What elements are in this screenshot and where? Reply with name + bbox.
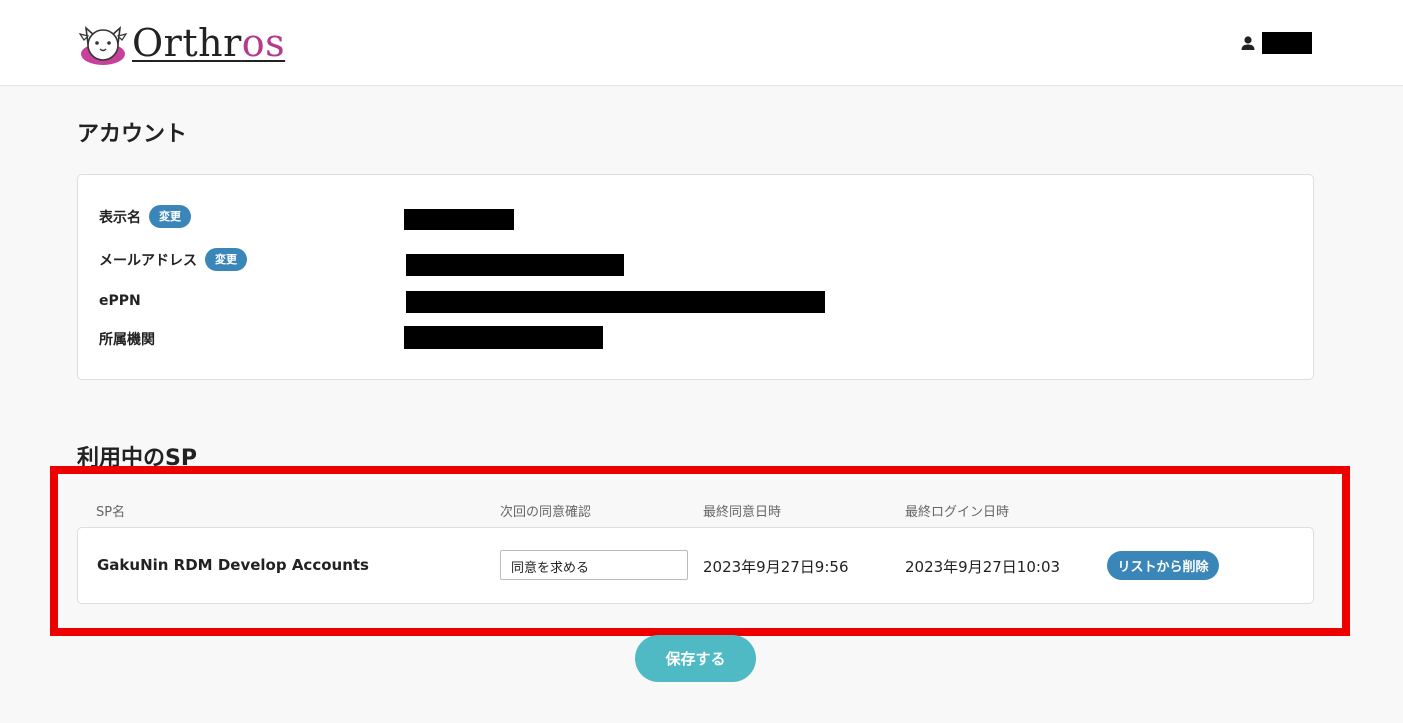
orthros-logo[interactable]: Orthros xyxy=(76,18,285,68)
save-button[interactable]: 保存する xyxy=(635,635,756,682)
last-consent-datetime: 2023年9月27日9:56 xyxy=(703,558,849,576)
email-label: メールアドレス 変更 xyxy=(99,248,247,271)
cat-logo-icon xyxy=(78,25,128,65)
eppn-value-redacted xyxy=(406,291,825,313)
account-card xyxy=(77,174,1314,380)
user-menu[interactable] xyxy=(1240,32,1312,54)
account-title: アカウント xyxy=(77,122,188,147)
logo-text: Orthros xyxy=(132,21,286,65)
eppn-label: ePPN xyxy=(99,293,141,309)
remove-from-list-button[interactable]: リストから削除 xyxy=(1107,551,1219,580)
column-header-sp-name: SP名 xyxy=(96,505,126,520)
display-name-value-redacted xyxy=(404,209,514,230)
affiliation-label: 所属機関 xyxy=(99,332,155,348)
consent-select[interactable]: 同意を求める xyxy=(500,550,688,580)
email-value-redacted xyxy=(406,254,624,276)
column-header-next-consent: 次回の同意確認 xyxy=(500,505,592,520)
last-login-datetime: 2023年9月27日10:03 xyxy=(905,558,1061,576)
column-header-last-consent: 最終同意日時 xyxy=(703,505,782,520)
column-header-last-login: 最終ログイン日時 xyxy=(905,505,1010,520)
top-navbar: Orthros xyxy=(0,0,1403,86)
display-name-label: 表示名 変更 xyxy=(99,205,191,228)
sp-name: GakuNin RDM Develop Accounts xyxy=(97,556,369,574)
user-icon xyxy=(1241,36,1255,50)
change-email-button[interactable]: 変更 xyxy=(205,248,247,271)
user-name-redacted xyxy=(1262,32,1312,54)
change-display-name-button[interactable]: 変更 xyxy=(149,205,191,228)
affiliation-value-redacted xyxy=(404,326,603,349)
